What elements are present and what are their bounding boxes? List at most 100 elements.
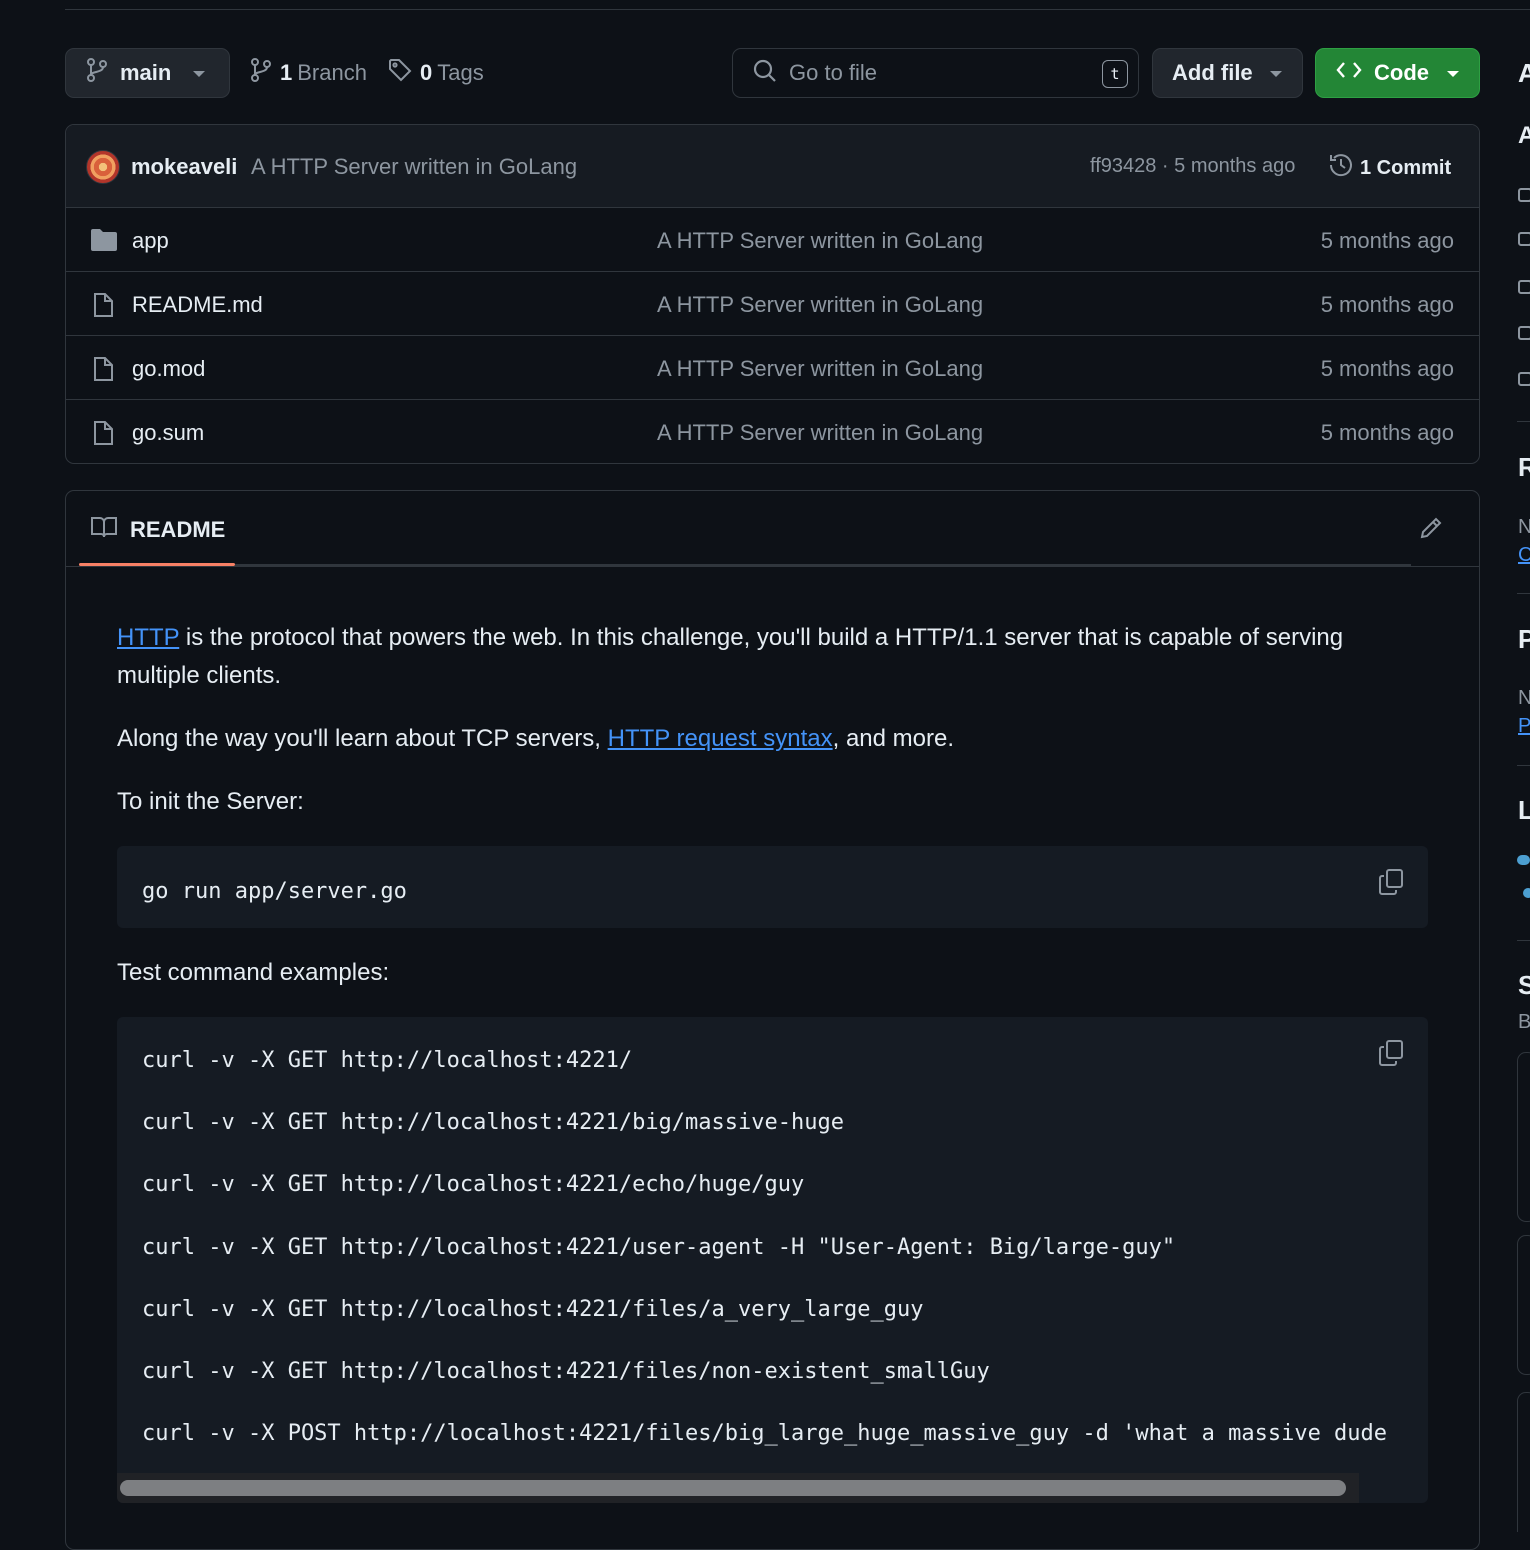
file-commit-message[interactable]: A HTTP Server written in GoLang bbox=[657, 420, 983, 446]
code-icon bbox=[1336, 59, 1362, 87]
suggested-heading: S bbox=[1518, 970, 1530, 1000]
go-to-file-search[interactable]: t bbox=[732, 48, 1139, 98]
branch-label: Branch bbox=[297, 60, 367, 85]
sidebar-card[interactable] bbox=[1517, 1052, 1530, 1222]
eye-icon bbox=[1518, 326, 1530, 340]
history-icon bbox=[1328, 152, 1354, 184]
keyboard-shortcut-hint: t bbox=[1102, 60, 1128, 88]
file-icon bbox=[90, 356, 116, 387]
file-name[interactable]: README.md bbox=[132, 292, 263, 318]
scrollbar-thumb[interactable] bbox=[120, 1480, 1346, 1496]
paragraph-text: Along the way you'll learn about TCP ser… bbox=[117, 725, 608, 752]
suggested-text: B bbox=[1518, 1011, 1530, 1033]
file-commit-date: 5 months ago bbox=[1320, 228, 1454, 253]
file-commit-date: 5 months ago bbox=[1320, 420, 1454, 445]
http-request-syntax-link[interactable]: HTTP request syntax bbox=[608, 725, 833, 752]
code-line: curl -v -X GET http://localhost:4221/fil… bbox=[142, 1358, 990, 1384]
search-icon bbox=[753, 59, 777, 88]
file-commit-date: 5 months ago bbox=[1320, 356, 1454, 381]
file-row[interactable]: go.sum A HTTP Server written in GoLang 5… bbox=[66, 400, 1479, 463]
code-button[interactable]: Code bbox=[1315, 48, 1480, 98]
code-line: curl -v -X GET http://localhost:4221/ bbox=[142, 1048, 633, 1073]
copy-icon[interactable] bbox=[1378, 868, 1404, 909]
readme-paragraph: To init the Server: bbox=[117, 788, 304, 815]
code-block: curl -v -X GET http://localhost:4221/ cu… bbox=[117, 1017, 1428, 1503]
git-branch-icon bbox=[250, 58, 272, 88]
tag-icon bbox=[388, 58, 412, 88]
book-icon bbox=[90, 515, 118, 545]
sidebar-divider bbox=[1517, 593, 1530, 594]
pencil-icon[interactable] bbox=[1418, 515, 1444, 546]
code-line: curl -v -X GET http://localhost:4221/fil… bbox=[142, 1296, 924, 1322]
language-bar bbox=[1517, 855, 1530, 865]
folder-icon bbox=[90, 228, 118, 257]
language-dot bbox=[1523, 888, 1530, 898]
releases-link[interactable]: C bbox=[1518, 544, 1530, 567]
sidebar-divider bbox=[1517, 940, 1530, 941]
file-row[interactable]: app A HTTP Server written in GoLang 5 mo… bbox=[66, 208, 1479, 272]
activity-icon bbox=[1518, 232, 1530, 246]
commit-count-label: 1 Commit bbox=[1360, 156, 1452, 179]
readme-paragraph: Along the way you'll learn about TCP ser… bbox=[117, 720, 1428, 758]
chevron-down-icon bbox=[1447, 71, 1459, 77]
tag-label: Tags bbox=[437, 60, 484, 85]
file-row[interactable]: README.md A HTTP Server written in GoLan… bbox=[66, 272, 1479, 336]
commit-author[interactable]: mokeaveli bbox=[131, 154, 237, 180]
branch-selector-button[interactable]: main bbox=[65, 48, 230, 98]
file-commit-date: 5 months ago bbox=[1320, 292, 1454, 317]
tags-link[interactable]: 0 Tags bbox=[388, 58, 484, 88]
readme-paragraph: HTTP is the protocol that powers the web… bbox=[117, 619, 1428, 695]
tab-divider bbox=[235, 564, 1411, 566]
horizontal-scrollbar[interactable] bbox=[117, 1473, 1359, 1503]
packages-link[interactable]: P bbox=[1518, 715, 1530, 738]
releases-heading[interactable]: R bbox=[1518, 452, 1530, 483]
readme-tab-label: README bbox=[130, 517, 226, 542]
branches-link[interactable]: 1 Branch bbox=[250, 58, 367, 88]
file-row[interactable]: go.mod A HTTP Server written in GoLang 5… bbox=[66, 336, 1479, 400]
latest-commit-bar: mokeaveli A HTTP Server written in GoLan… bbox=[66, 125, 1479, 208]
code-line: curl -v -X GET http://localhost:4221/ech… bbox=[142, 1172, 805, 1198]
code-lines: curl -v -X GET http://localhost:4221/ cu… bbox=[142, 1042, 1387, 1477]
packages-heading[interactable]: P bbox=[1518, 624, 1530, 655]
readme-tabbar: README bbox=[66, 491, 1479, 567]
sidebar-card[interactable] bbox=[1517, 1235, 1530, 1375]
file-name[interactable]: app bbox=[132, 228, 169, 254]
code-line: curl -v -X GET http://localhost:4221/use… bbox=[142, 1234, 1176, 1260]
copy-icon[interactable] bbox=[1378, 1039, 1404, 1080]
avatar[interactable] bbox=[86, 150, 120, 184]
about-description: A bbox=[1518, 122, 1530, 149]
branch-count: 1 bbox=[280, 60, 293, 85]
active-tab-indicator bbox=[79, 563, 235, 566]
sidebar-divider bbox=[1517, 421, 1530, 422]
add-file-button[interactable]: Add file bbox=[1152, 48, 1303, 98]
releases-text: N bbox=[1518, 516, 1530, 538]
sidebar-card[interactable] bbox=[1517, 1392, 1530, 1532]
file-commit-message[interactable]: A HTTP Server written in GoLang bbox=[657, 292, 983, 318]
commits-link[interactable]: 1 Commit bbox=[1328, 152, 1451, 184]
repo-sidebar: A A R N C P N P L S B bbox=[1517, 0, 1530, 1532]
file-list: mokeaveli A HTTP Server written in GoLan… bbox=[65, 124, 1480, 464]
star-icon bbox=[1518, 280, 1530, 294]
file-name[interactable]: go.sum bbox=[132, 420, 204, 446]
go-to-file-input[interactable] bbox=[789, 60, 1089, 86]
chevron-down-icon bbox=[1270, 71, 1282, 77]
readme-icon bbox=[1518, 188, 1530, 202]
readme-panel: README HTTP is the protocol that powers … bbox=[65, 490, 1480, 1550]
code-block: go run app/server.go bbox=[117, 846, 1428, 928]
file-name[interactable]: go.mod bbox=[132, 356, 205, 382]
languages-heading: L bbox=[1518, 795, 1530, 825]
file-commit-message[interactable]: A HTTP Server written in GoLang bbox=[657, 356, 983, 382]
file-commit-message[interactable]: A HTTP Server written in GoLang bbox=[657, 228, 983, 254]
add-file-label: Add file bbox=[1172, 60, 1253, 85]
packages-text: N bbox=[1518, 687, 1530, 709]
commit-message[interactable]: A HTTP Server written in GoLang bbox=[251, 154, 577, 180]
chevron-down-icon bbox=[193, 71, 205, 77]
http-link[interactable]: HTTP bbox=[117, 624, 179, 651]
commit-hash-time[interactable]: ff93428 · 5 months ago bbox=[1090, 155, 1295, 178]
git-branch-icon bbox=[86, 58, 108, 88]
code-label: Code bbox=[1374, 60, 1429, 85]
readme-content: HTTP is the protocol that powers the web… bbox=[117, 619, 1428, 1529]
file-icon bbox=[90, 420, 116, 451]
tab-readme[interactable]: README bbox=[90, 515, 225, 545]
file-icon bbox=[90, 292, 116, 323]
